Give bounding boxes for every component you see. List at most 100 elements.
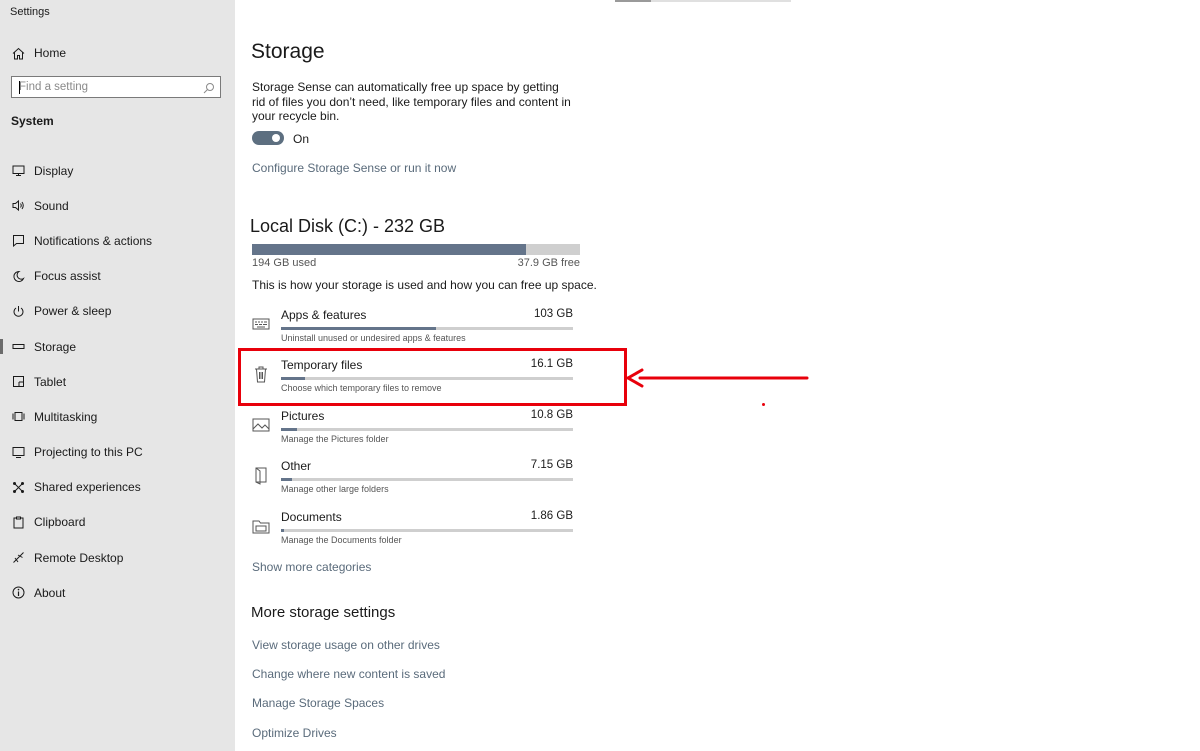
view-storage-other-drives-link[interactable]: View storage usage on other drives xyxy=(252,638,440,652)
category-description: Uninstall unused or undesired apps & fea… xyxy=(281,333,466,343)
page-title: Storage xyxy=(251,40,325,63)
search-box xyxy=(11,76,221,98)
sidebar-item-label: Projecting to this PC xyxy=(34,445,143,460)
category-description: Manage the Documents folder xyxy=(281,535,402,545)
sidebar: Settings Home System Display xyxy=(0,0,235,751)
category-pictures[interactable]: Pictures 10.8 GB Manage the Pictures fol… xyxy=(249,409,575,453)
disk-title: Local Disk (C:) - 232 GB xyxy=(250,216,446,236)
category-size: 103 GB xyxy=(534,308,573,320)
section-heading-system: System xyxy=(11,114,54,128)
sidebar-item-label: Clipboard xyxy=(34,515,86,530)
sidebar-item-multitasking[interactable]: Multitasking xyxy=(0,399,235,434)
sidebar-item-clipboard[interactable]: Clipboard xyxy=(0,505,235,540)
settings-window: Settings Home System Display xyxy=(0,0,1200,751)
nav-home[interactable]: Home xyxy=(0,42,235,64)
app-title: Settings xyxy=(10,6,50,18)
sidebar-item-label: Remote Desktop xyxy=(34,550,124,565)
annotation-dot xyxy=(762,403,765,406)
sidebar-item-power-sleep[interactable]: Power & sleep xyxy=(0,294,235,329)
disk-usage-bar xyxy=(252,244,580,255)
text-caret xyxy=(19,81,20,94)
disk-free-label: 37.9 GB free xyxy=(517,257,580,269)
sidebar-item-sound[interactable]: Sound xyxy=(0,188,235,223)
category-bar-fill xyxy=(281,428,298,431)
sidebar-item-label: About xyxy=(34,585,66,600)
optimize-drives-link[interactable]: Optimize Drives xyxy=(252,726,337,740)
sidebar-item-about[interactable]: About xyxy=(0,575,235,610)
info-icon xyxy=(6,586,30,599)
show-more-categories-link[interactable]: Show more categories xyxy=(252,560,371,574)
category-size: 1.86 GB xyxy=(530,510,573,522)
clipboard-icon xyxy=(6,516,30,529)
home-icon xyxy=(6,47,30,60)
sidebar-item-notifications[interactable]: Notifications & actions xyxy=(0,223,235,258)
sidebar-item-display[interactable]: Display xyxy=(0,153,235,188)
category-size: 10.8 GB xyxy=(530,409,573,421)
configure-storage-sense-link[interactable]: Configure Storage Sense or run it now xyxy=(252,161,456,175)
sidebar-item-remote-desktop[interactable]: Remote Desktop xyxy=(0,540,235,575)
sidebar-item-label: Storage xyxy=(34,339,77,354)
category-bar xyxy=(281,428,573,431)
sidebar-item-label: Notifications & actions xyxy=(34,233,153,248)
storage-icon xyxy=(6,340,30,353)
category-name: Pictures xyxy=(281,409,325,423)
nav-list: Display Sound Notifications & actions Fo… xyxy=(0,153,235,610)
sidebar-item-label: Sound xyxy=(34,198,69,213)
category-documents[interactable]: Documents 1.86 GB Manage the Documents f… xyxy=(249,510,575,554)
notifications-icon xyxy=(6,234,30,248)
category-apps-features[interactable]: Apps & features 103 GB Uninstall unused … xyxy=(249,308,575,352)
sidebar-item-label: Display xyxy=(34,163,74,178)
other-icon xyxy=(251,465,271,485)
power-icon xyxy=(6,305,30,318)
sound-icon xyxy=(6,199,30,212)
category-description: Manage the Pictures folder xyxy=(281,434,389,444)
sidebar-item-projecting[interactable]: Projecting to this PC xyxy=(0,435,235,470)
sidebar-item-tablet[interactable]: Tablet xyxy=(0,364,235,399)
sidebar-item-label: Focus assist xyxy=(34,269,101,284)
storage-sense-toggle[interactable] xyxy=(252,131,284,145)
category-name: Apps & features xyxy=(281,308,367,322)
disk-used-label: 194 GB used xyxy=(252,257,317,269)
annotation-highlight-box xyxy=(238,348,627,406)
sidebar-item-label: Power & sleep xyxy=(34,304,112,319)
category-bar-fill xyxy=(281,478,292,481)
projecting-icon xyxy=(6,446,30,459)
nav-home-label: Home xyxy=(34,46,67,60)
category-name: Other xyxy=(281,459,312,473)
category-name: Documents xyxy=(281,510,342,524)
sidebar-item-label: Shared experiences xyxy=(34,480,141,495)
multitasking-icon xyxy=(6,410,30,423)
keyboard-icon xyxy=(251,314,271,334)
category-size: 7.15 GB xyxy=(530,459,573,471)
remote-desktop-icon xyxy=(6,551,30,564)
tablet-icon xyxy=(6,375,30,388)
sidebar-item-shared-experiences[interactable]: Shared experiences xyxy=(0,470,235,505)
storage-sense-description: Storage Sense can automatically free up … xyxy=(252,80,571,123)
category-bar xyxy=(281,529,573,532)
manage-storage-spaces-link[interactable]: Manage Storage Spaces xyxy=(252,696,384,710)
moon-icon xyxy=(6,270,30,283)
category-other[interactable]: Other 7.15 GB Manage other large folders xyxy=(249,459,575,503)
category-bar-fill xyxy=(281,327,436,330)
category-bar xyxy=(281,327,573,330)
storage-sense-toggle-label: On xyxy=(293,132,310,146)
search-icon[interactable] xyxy=(203,81,215,99)
disk-usage-bar-fill xyxy=(252,244,527,255)
sidebar-item-label: Multitasking xyxy=(34,409,98,424)
sidebar-item-storage[interactable]: Storage xyxy=(0,329,235,364)
shared-icon xyxy=(6,481,30,494)
change-new-content-location-link[interactable]: Change where new content is saved xyxy=(252,667,445,681)
toggle-knob xyxy=(272,134,280,142)
sidebar-item-label: Tablet xyxy=(34,374,67,389)
category-description: Manage other large folders xyxy=(281,484,389,494)
usage-description: This is how your storage is used and how… xyxy=(252,278,597,292)
more-storage-settings-heading: More storage settings xyxy=(251,604,396,621)
category-bar-fill xyxy=(281,529,284,532)
search-input[interactable] xyxy=(12,77,199,97)
annotation-arrow xyxy=(626,368,809,388)
documents-icon xyxy=(251,516,271,536)
picture-icon xyxy=(251,415,271,435)
display-icon xyxy=(6,164,30,177)
scrollbar-thumb[interactable] xyxy=(615,0,651,2)
sidebar-item-focus-assist[interactable]: Focus assist xyxy=(0,259,235,294)
